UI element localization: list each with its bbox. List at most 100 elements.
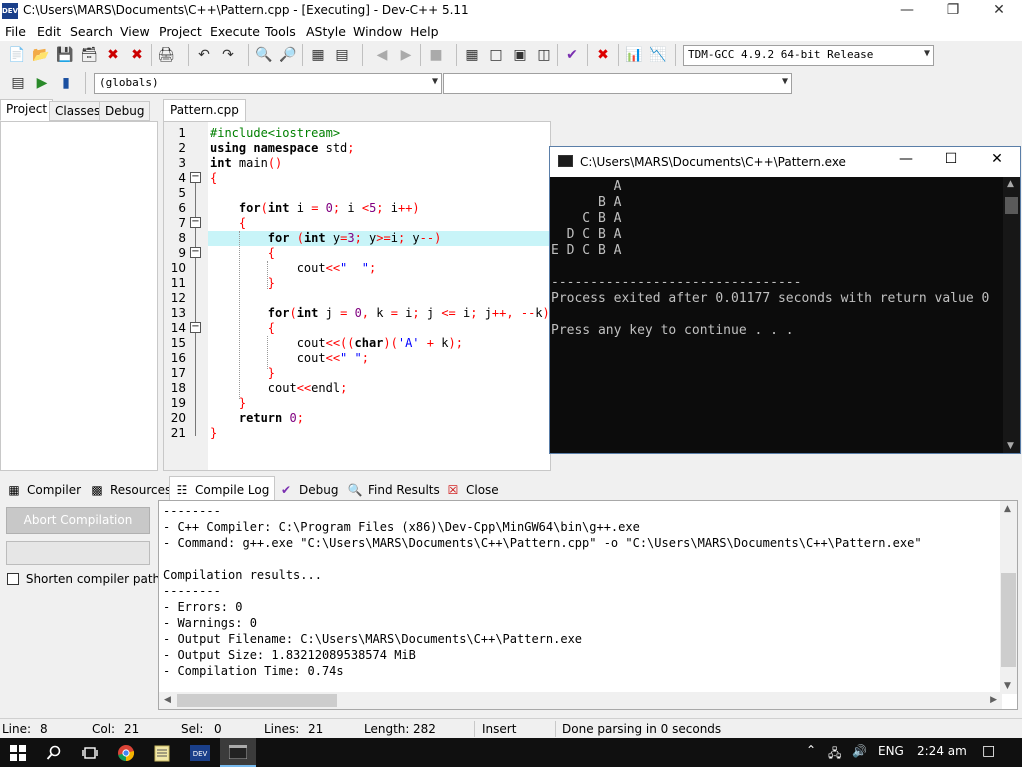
clock[interactable]: 2:24 am <box>917 744 967 758</box>
language-indicator[interactable]: ENG <box>878 744 904 758</box>
log-horizontal-scrollbar[interactable]: ◀ ▶ <box>159 692 1002 709</box>
line-number: 13 <box>170 306 186 320</box>
rebuild-all-icon[interactable]: ◫ <box>534 45 554 65</box>
fold-toggle-icon[interactable]: − <box>190 172 201 183</box>
task-view-icon[interactable] <box>72 738 108 767</box>
save-all-icon[interactable]: 🗃 <box>79 45 99 65</box>
undo-icon[interactable]: ↶ <box>194 45 214 65</box>
tab-debug[interactable]: Debug <box>99 101 151 121</box>
project-browser[interactable] <box>0 121 158 471</box>
tab-find-results[interactable]: 🔍 Find Results <box>343 478 445 499</box>
console-close-button[interactable]: ✕ <box>977 151 1017 173</box>
globals-select[interactable]: (globals) ▼ <box>94 73 442 94</box>
delete-profile-icon[interactable]: 📉 <box>648 45 668 65</box>
scroll-up-icon[interactable]: ▲ <box>1004 504 1011 514</box>
tab-debug-output[interactable]: ✔ Debug <box>274 478 343 499</box>
maximize-button[interactable]: ❐ <box>930 0 976 22</box>
stop-execution-icon[interactable]: ✖ <box>593 45 613 65</box>
fold-toggle-icon[interactable]: − <box>190 322 201 333</box>
tab-project[interactable]: Project <box>0 99 54 121</box>
menu-search[interactable]: Search <box>70 24 113 39</box>
compile-run-icon[interactable]: ▣ <box>510 45 530 65</box>
tab-close[interactable]: ☒ Close <box>441 478 504 499</box>
show-hidden-icons-icon[interactable]: ⌃ <box>806 743 816 757</box>
fold-toggle-icon[interactable]: − <box>190 247 201 258</box>
code-editor[interactable]: 1 2 3 4 5 6 7 8 9 10 11 12 13 14 15 16 1… <box>163 121 551 471</box>
menu-astyle[interactable]: AStyle <box>306 24 346 39</box>
code-line: { <box>238 216 247 230</box>
menu-project[interactable]: Project <box>159 24 202 39</box>
console-taskbar-icon[interactable] <box>220 738 256 767</box>
syntax-check-icon[interactable]: ✔ <box>562 45 582 65</box>
toggle-bookmarks-icon[interactable]: ▶ <box>32 73 52 93</box>
menu-tools[interactable]: Tools <box>265 24 296 39</box>
toggle-bookmark-icon[interactable]: ▤ <box>332 45 352 65</box>
shorten-paths-checkbox[interactable]: Shorten compiler paths <box>7 572 166 586</box>
save-icon[interactable]: 💾 <box>55 45 75 65</box>
log-vertical-thumb[interactable] <box>1001 573 1016 667</box>
menu-execute[interactable]: Execute <box>210 24 260 39</box>
log-horizontal-thumb[interactable] <box>177 694 337 707</box>
replace-icon[interactable]: 🔎 <box>278 45 298 65</box>
code-line: cout<<((char)('A' + k); <box>210 336 463 350</box>
menu-file[interactable]: File <box>5 24 26 39</box>
log-line: -------- <box>163 584 221 598</box>
notepad-icon[interactable] <box>144 738 180 767</box>
console-maximize-button[interactable]: ☐ <box>931 151 971 173</box>
compile-icon[interactable]: ▦ <box>462 45 482 65</box>
editor-tab-pattern-cpp[interactable]: Pattern.cpp <box>163 99 246 121</box>
start-windows-icon[interactable] <box>0 738 36 767</box>
menu-edit[interactable]: Edit <box>37 24 61 39</box>
compiler-select[interactable]: TDM-GCC 4.9.2 64-bit Release ▼ <box>683 45 934 66</box>
menu-help[interactable]: Help <box>410 24 439 39</box>
toggle-comment-icon[interactable]: ■ <box>426 45 446 65</box>
chrome-icon[interactable] <box>108 738 144 767</box>
checkbox-box[interactable] <box>7 573 19 585</box>
close-button[interactable]: ✕ <box>976 0 1022 22</box>
notification-icon[interactable]: □ <box>982 743 995 759</box>
compile-progress-bar <box>6 541 150 565</box>
goto-bookmark-icon[interactable]: ▮ <box>56 73 76 93</box>
close-all-icon[interactable]: ✖ <box>127 45 147 65</box>
console-line: Press any key to continue . . . <box>551 323 794 338</box>
tab-resources[interactable]: ▩ Resources <box>85 478 176 499</box>
print-icon[interactable]: 🖨 <box>156 45 176 65</box>
tab-compiler[interactable]: ▦ Compiler <box>2 478 86 499</box>
network-icon[interactable]: 🖧 <box>828 744 841 765</box>
line-number: 18 <box>170 381 186 395</box>
run-icon[interactable]: □ <box>486 45 506 65</box>
status-col-value: 21 <box>124 722 140 736</box>
tab-compile-log[interactable]: ☷ Compile Log <box>169 476 276 500</box>
next-page-icon[interactable]: ▶ <box>396 45 416 65</box>
console-scrollbar[interactable]: ▲ ▼ <box>1003 177 1020 453</box>
goto-line-icon[interactable]: ▦ <box>308 45 328 65</box>
minimize-button[interactable]: — <box>884 0 930 22</box>
console-scroll-thumb[interactable] <box>1005 197 1018 214</box>
menu-window[interactable]: Window <box>353 24 402 39</box>
class-toolbar: ▤ ▶ ▮ (globals) ▼ ▼ <box>0 70 1022 98</box>
devcpp-taskbar-icon[interactable]: DEV <box>182 738 218 767</box>
close-file-icon[interactable]: ✖ <box>103 45 123 65</box>
profile-icon[interactable]: 📊 <box>624 45 644 65</box>
scroll-down-icon[interactable]: ▼ <box>1004 681 1011 691</box>
abort-compilation-button[interactable]: Abort Compilation <box>6 507 150 534</box>
chevron-down-icon: ▼ <box>923 48 930 59</box>
open-file-icon[interactable]: 📂 <box>31 45 51 65</box>
fold-toggle-icon[interactable]: − <box>190 217 201 228</box>
search-icon[interactable] <box>36 738 72 767</box>
volume-icon[interactable]: 🔊 <box>852 744 867 758</box>
title-bar: DEV C:\Users\MARS\Documents\C++\Pattern.… <box>0 0 1022 22</box>
previous-page-icon[interactable]: ◀ <box>372 45 392 65</box>
menu-view[interactable]: View <box>120 24 150 39</box>
console-window[interactable]: C:\Users\MARS\Documents\C++\Pattern.exe … <box>549 146 1021 454</box>
find-icon[interactable]: 🔍 <box>254 45 274 65</box>
member-select[interactable]: ▼ <box>443 73 792 94</box>
new-file-icon[interactable]: 📄 <box>7 45 27 65</box>
scroll-right-icon[interactable]: ▶ <box>990 695 997 705</box>
insert-icon[interactable]: ▤ <box>8 73 28 93</box>
tab-classes[interactable]: Classes <box>49 101 107 121</box>
compile-log[interactable]: -------- - C++ Compiler: C:\Program File… <box>158 500 1018 710</box>
redo-icon[interactable]: ↷ <box>218 45 238 65</box>
console-minimize-button[interactable]: — <box>886 151 926 173</box>
scroll-left-icon[interactable]: ◀ <box>164 695 171 705</box>
